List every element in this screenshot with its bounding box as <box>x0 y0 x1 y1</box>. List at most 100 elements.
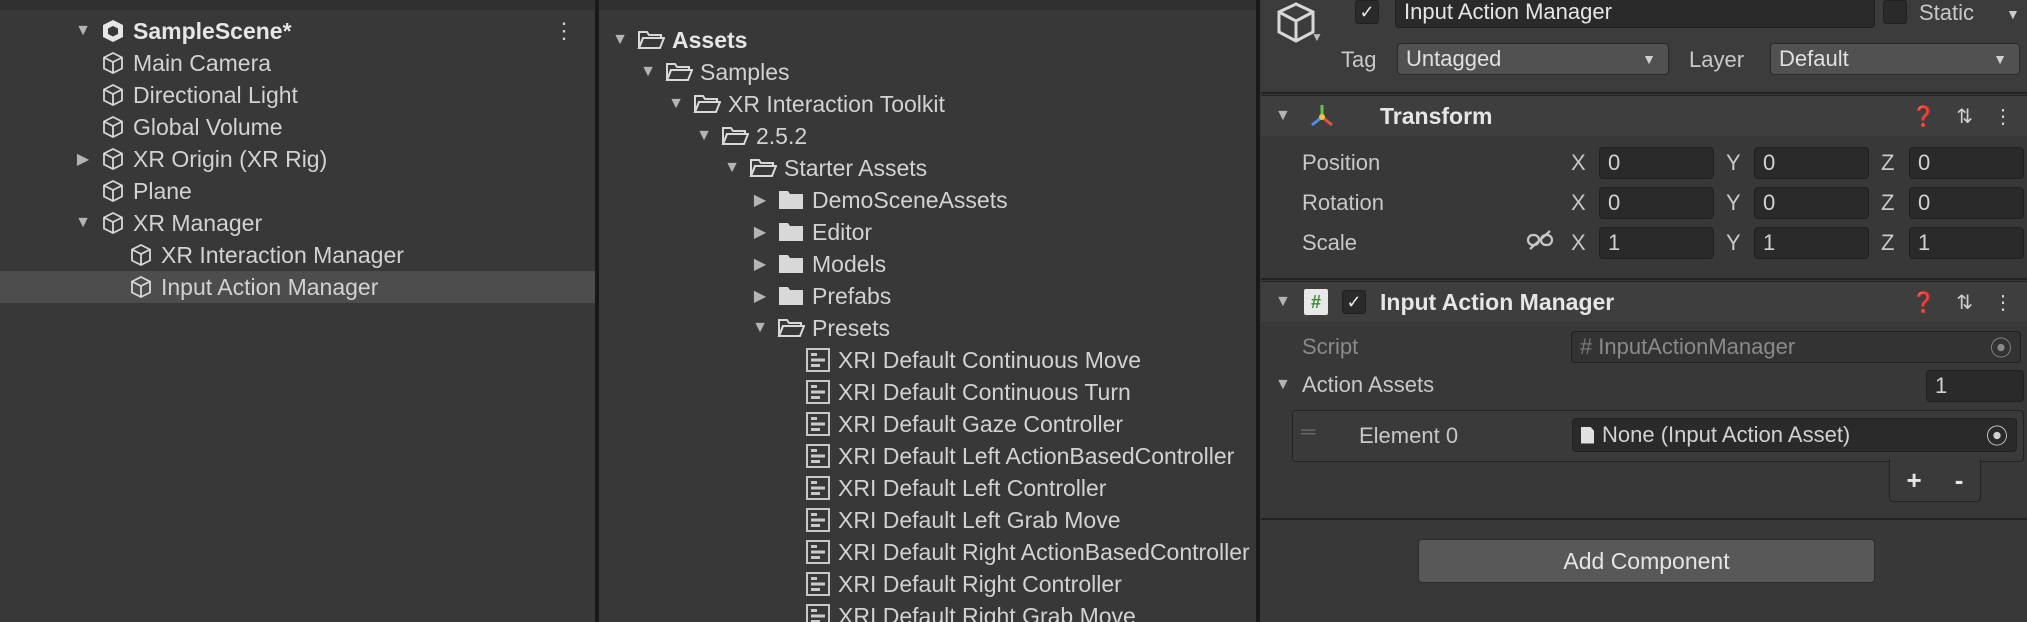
hierarchy-item[interactable]: Directional Light <box>0 79 595 111</box>
project-folder-item[interactable]: ▼ Starter Assets <box>599 152 1256 184</box>
scale-y-input[interactable]: 1 <box>1754 227 1869 259</box>
scene-row[interactable]: ▼ SampleScene* ⋮ <box>0 15 595 47</box>
project-asset-item[interactable]: XRI Default Left Controller <box>599 472 1256 504</box>
position-z-input[interactable]: 0 <box>1909 147 2024 179</box>
unlinked-chain-icon[interactable] <box>1526 229 1554 251</box>
hierarchy-item[interactable]: Plane <box>0 175 595 207</box>
hierarchy-item[interactable]: Main Camera <box>0 47 595 79</box>
y-axis-label[interactable]: Y <box>1726 230 1741 256</box>
chevron-down-icon: ▼ <box>1993 51 2007 67</box>
layer-dropdown[interactable]: Default ▼ <box>1770 43 2020 75</box>
expand-arrow-icon[interactable]: ▶ <box>751 223 769 241</box>
more-options-icon[interactable]: ⋮ <box>1993 290 2013 315</box>
input-action-manager-header[interactable]: ▼ # ✓ Input Action Manager ❓ ⇅ ⋮ <box>1261 281 2027 322</box>
project-root[interactable]: ▼ Assets <box>599 24 1256 56</box>
preset-icon <box>806 604 830 622</box>
help-icon[interactable]: ❓ <box>1911 290 1936 315</box>
project-folder-item[interactable]: ▼ Presets <box>599 312 1256 344</box>
layer-label: Layer <box>1689 47 1745 72</box>
project-folder-item[interactable]: ▶ Prefabs <box>599 280 1256 312</box>
hierarchy-item-label: XR Origin (XR Rig) <box>133 145 328 172</box>
x-axis-label[interactable]: X <box>1571 230 1586 256</box>
project-folder-item[interactable]: ▼ XR Interaction Toolkit <box>599 88 1256 120</box>
add-component-button[interactable]: Add Component <box>1418 539 1875 583</box>
project-asset-item[interactable]: XRI Default Right ActionBasedController <box>599 536 1256 568</box>
static-checkbox[interactable] <box>1883 0 1907 24</box>
panel-divider[interactable] <box>1256 0 1260 622</box>
expand-arrow-icon[interactable]: ▶ <box>74 150 92 168</box>
drag-handle-icon[interactable]: ═ <box>1301 421 1315 444</box>
project-folder-item[interactable]: ▶ DemoSceneAssets <box>599 184 1256 216</box>
z-axis-label[interactable]: Z <box>1881 230 1894 256</box>
position-x-input[interactable]: 0 <box>1599 147 1714 179</box>
expand-arrow-icon[interactable]: ▶ <box>751 287 769 305</box>
rotation-x-input[interactable]: 0 <box>1599 187 1714 219</box>
project-asset-item[interactable]: XRI Default Left ActionBasedController <box>599 440 1256 472</box>
presets-icon[interactable]: ⇅ <box>1956 290 1973 315</box>
project-asset-item[interactable]: XRI Default Left Grab Move <box>599 504 1256 536</box>
collapse-arrow-icon[interactable]: ▼ <box>1275 107 1291 125</box>
help-icon[interactable]: ❓ <box>1911 104 1936 129</box>
project-asset-item[interactable]: XRI Default Right Grab Move <box>599 600 1256 622</box>
z-axis-label[interactable]: Z <box>1881 190 1894 216</box>
expand-arrow-icon[interactable]: ▶ <box>751 255 769 273</box>
collapse-arrow-icon[interactable]: ▼ <box>695 127 713 145</box>
collapse-arrow-icon[interactable]: ▼ <box>639 63 657 81</box>
transform-header[interactable]: ▼ Transform ❓ ⇅ ⋮ <box>1261 95 2027 136</box>
remove-element-button[interactable]: - <box>1955 465 1964 496</box>
project-toolbar <box>599 0 1256 10</box>
more-options-icon[interactable]: ⋮ <box>553 18 575 44</box>
hierarchy-item[interactable]: ▼ XR Manager <box>0 207 595 239</box>
hierarchy-item[interactable]: XR Interaction Manager <box>0 239 595 271</box>
project-asset-item[interactable]: XRI Default Gaze Controller <box>599 408 1256 440</box>
add-element-button[interactable]: + <box>1907 465 1922 496</box>
component-divider <box>1261 518 2027 520</box>
element-object-field[interactable]: None (Input Action Asset) ⦿ <box>1572 418 2017 452</box>
array-size-input[interactable]: 1 <box>1926 370 2024 402</box>
expand-arrow-icon[interactable]: ▼ <box>74 22 92 40</box>
component-enabled-checkbox[interactable]: ✓ <box>1342 290 1366 314</box>
object-picker-icon[interactable]: ⦿ <box>1986 419 2008 451</box>
project-folder-item[interactable]: ▼ 2.5.2 <box>599 120 1256 152</box>
z-axis-label[interactable]: Z <box>1881 150 1894 176</box>
y-axis-label[interactable]: Y <box>1726 190 1741 216</box>
collapse-arrow-icon[interactable]: ▼ <box>74 214 92 232</box>
collapse-arrow-icon[interactable]: ▼ <box>1275 293 1291 311</box>
collapse-arrow-icon[interactable]: ▼ <box>723 159 741 177</box>
static-dropdown-icon[interactable]: ▼ <box>2006 6 2020 22</box>
rotation-y-input[interactable]: 0 <box>1754 187 1869 219</box>
active-checkbox[interactable]: ✓ <box>1355 0 1379 24</box>
project-item-label: Editor <box>812 218 873 245</box>
collapse-arrow-icon[interactable]: ▼ <box>751 319 769 337</box>
foldout-arrow-icon[interactable]: ▼ <box>1275 376 1291 394</box>
tag-dropdown[interactable]: Untagged ▼ <box>1397 43 1669 75</box>
collapse-arrow-icon[interactable]: ▼ <box>667 95 685 113</box>
expand-arrow-icon[interactable]: ▶ <box>751 191 769 209</box>
scale-x-input[interactable]: 1 <box>1599 227 1714 259</box>
x-axis-label[interactable]: X <box>1571 190 1586 216</box>
scale-z-input[interactable]: 1 <box>1909 227 2024 259</box>
hierarchy-item-label: Main Camera <box>133 49 272 76</box>
x-axis-label[interactable]: X <box>1571 150 1586 176</box>
object-name-input[interactable]: Input Action Manager <box>1395 0 1875 28</box>
project-asset-item[interactable]: XRI Default Continuous Turn <box>599 376 1256 408</box>
hierarchy-item[interactable]: Global Volume <box>0 111 595 143</box>
hierarchy-item[interactable]: ▶ XR Origin (XR Rig) <box>0 143 595 175</box>
position-y-input[interactable]: 0 <box>1754 147 1869 179</box>
project-folder-item[interactable]: ▶ Editor <box>599 216 1256 248</box>
script-label: Script <box>1302 334 1359 359</box>
preset-icon <box>806 508 830 532</box>
collapse-arrow-icon[interactable]: ▼ <box>611 31 629 49</box>
more-options-icon[interactable]: ⋮ <box>1993 104 2013 129</box>
project-folder-item[interactable]: ▼ Samples <box>599 56 1256 88</box>
project-asset-item[interactable]: XRI Default Right Controller <box>599 568 1256 600</box>
project-folder-item[interactable]: ▶ Models <box>599 248 1256 280</box>
presets-icon[interactable]: ⇅ <box>1956 104 1973 129</box>
y-axis-label[interactable]: Y <box>1726 150 1741 176</box>
rotation-z-input[interactable]: 0 <box>1909 187 2024 219</box>
script-value: InputActionManager <box>1598 334 1796 359</box>
project-asset-item[interactable]: XRI Default Continuous Move <box>599 344 1256 376</box>
dropdown-arrow-icon[interactable]: ▼ <box>1311 30 1323 44</box>
hierarchy-item[interactable]: Input Action Manager <box>0 271 595 303</box>
project-item-label: 2.5.2 <box>756 122 808 149</box>
